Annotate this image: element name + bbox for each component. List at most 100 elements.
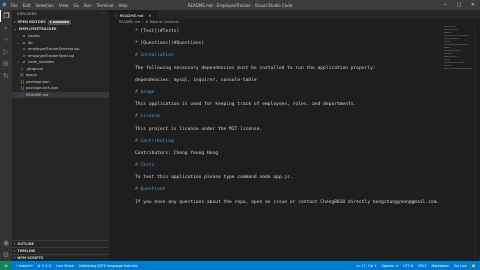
code-line[interactable]: # Contributing bbox=[109, 136, 480, 148]
code-line[interactable]: # Installation bbox=[109, 50, 480, 62]
tab-readme[interactable]: ⓘ README.md ✕ bbox=[109, 10, 157, 19]
line-number bbox=[109, 184, 135, 196]
minimap[interactable] bbox=[444, 26, 472, 146]
branch-status[interactable]: ⑂ master* bbox=[16, 264, 33, 268]
code-line-text: * [Test](#Tests) bbox=[135, 29, 180, 34]
project-section[interactable]: ⌄ EMPLOYEETRACKER bbox=[12, 26, 109, 33]
breadcrumb-symbol[interactable]: # Table of Contents bbox=[145, 19, 178, 26]
problems-status[interactable]: ⊗ 0 ⚠ 0 bbox=[38, 264, 51, 268]
line-number bbox=[109, 172, 135, 184]
explorer-icon[interactable]: ❐ bbox=[0, 10, 12, 22]
npm-scripts-section[interactable]: › NPM SCRIPTS bbox=[12, 254, 109, 261]
sidebar-title: EXPLORER ··· bbox=[12, 10, 109, 19]
language-mode[interactable]: Markdown bbox=[432, 264, 450, 268]
markdown-file-icon: ⓘ bbox=[114, 12, 118, 18]
code-line[interactable] bbox=[109, 221, 480, 233]
close-icon[interactable]: ✕ bbox=[466, 0, 480, 10]
menu-go[interactable]: Go bbox=[73, 3, 79, 8]
menu-help[interactable]: Help bbox=[119, 3, 128, 8]
menu-terminal[interactable]: Terminal bbox=[97, 3, 114, 8]
code-line[interactable]: # Usage bbox=[109, 87, 480, 99]
code-line[interactable]: * [Test](#Tests) bbox=[109, 26, 480, 38]
manage-gear-icon[interactable]: ⚙ bbox=[0, 249, 12, 261]
code-line[interactable]: * [Questions](#Questions) bbox=[109, 38, 480, 50]
code-line[interactable]: Contributors: Cheng Yeung Hong bbox=[109, 148, 480, 160]
code-line[interactable]: dependencies: mysql, inquirer, console-t… bbox=[109, 75, 480, 87]
menu-selection[interactable]: Selection bbox=[35, 3, 53, 8]
editor-area: ⓘ README.md ✕ README.md › # Table of Con… bbox=[109, 10, 480, 261]
breadcrumb-file[interactable]: README.md bbox=[119, 19, 140, 26]
line-number bbox=[109, 50, 135, 62]
line-number bbox=[109, 209, 135, 221]
tab-bar: ⓘ README.md ✕ bbox=[109, 10, 480, 19]
timeline-section[interactable]: › TIMELINE bbox=[12, 247, 109, 254]
chevron-right-icon: › bbox=[14, 20, 16, 24]
code-line[interactable]: If you have any questions about the repo… bbox=[109, 197, 480, 209]
code-line-text: This application is used for keeping tra… bbox=[135, 102, 357, 108]
encoding[interactable]: UTF-8 bbox=[403, 264, 413, 268]
chevron-down-icon: ⌄ bbox=[14, 27, 17, 31]
remote-icon[interactable]: ⇋ bbox=[0, 261, 12, 270]
indentation[interactable]: Spaces: 4 bbox=[382, 264, 398, 268]
bell-icon[interactable]: 🔔 bbox=[472, 264, 476, 268]
line-number bbox=[109, 124, 135, 136]
open-editors-section[interactable]: › OPEN EDITORS 1 UNSAVED bbox=[12, 19, 109, 26]
source-control-icon[interactable]: ⑂ bbox=[0, 34, 12, 46]
code-line[interactable]: This project is license under the MIT li… bbox=[109, 124, 480, 136]
line-number bbox=[109, 136, 135, 148]
code-line[interactable]: # Tests bbox=[109, 160, 480, 172]
cursor-position[interactable]: Ln 17, Col 1 bbox=[356, 264, 376, 268]
vertical-scrollbar[interactable] bbox=[474, 26, 480, 261]
menu-edit[interactable]: Edit bbox=[23, 3, 31, 8]
code-line[interactable]: The following necessary dependencies mus… bbox=[109, 63, 480, 75]
code-line-text: To test this application please type com… bbox=[135, 175, 293, 181]
code-line-text: Contributors: Cheng Yeung Hong bbox=[135, 150, 218, 156]
minimize-icon[interactable]: ─ bbox=[438, 0, 452, 10]
activity-bar: ❐ ⌕ ⑂ ▷ ⊞ ↻ ◉ ⚙ bbox=[0, 10, 12, 261]
go-live-button[interactable]: Go Live bbox=[454, 264, 467, 268]
line-number bbox=[109, 38, 135, 50]
code-line-text: # License bbox=[135, 114, 160, 120]
line-ending[interactable]: CRLF bbox=[418, 264, 427, 268]
code-line-text: # Usage bbox=[135, 89, 155, 95]
code-line-text: # Installation bbox=[135, 53, 174, 59]
code-line-text: * [Questions](#Questions) bbox=[135, 41, 205, 47]
live-share-status[interactable]: Live Share bbox=[56, 264, 74, 268]
code-line-text: If you have any questions about the repo… bbox=[135, 199, 440, 205]
code-line[interactable]: To test this application please type com… bbox=[109, 172, 480, 184]
extensions-icon[interactable]: ⊞ bbox=[0, 58, 12, 70]
code-line-text: # Questions bbox=[135, 187, 166, 193]
maximize-icon[interactable]: □ bbox=[452, 0, 466, 10]
menu-bar: File Edit Selection View Go Run Terminal… bbox=[11, 3, 128, 8]
code-line-text: This project is license under the MIT li… bbox=[135, 126, 263, 132]
vscode-logo-icon: ◆ bbox=[2, 1, 7, 8]
code-line[interactable] bbox=[109, 209, 480, 221]
code-line[interactable]: This application is used for keeping tra… bbox=[109, 99, 480, 111]
line-number bbox=[109, 111, 135, 123]
code-editor[interactable]: * [Test](#Tests) * [Questions](#Questions… bbox=[109, 26, 480, 261]
menu-view[interactable]: View bbox=[59, 3, 69, 8]
run-debug-icon[interactable]: ▷ bbox=[0, 46, 12, 58]
line-number bbox=[109, 148, 135, 160]
line-number bbox=[109, 63, 135, 75]
sidebar-bottom-sections: › OUTLINE › TIMELINE › NPM SCRIPTS bbox=[12, 240, 109, 261]
code-line-text: dependencies: mysql, inquirer, console-t… bbox=[135, 77, 257, 83]
live-share-icon[interactable]: ↻ bbox=[0, 70, 12, 82]
line-number bbox=[109, 75, 135, 87]
title-bar: ◆ File Edit Selection View Go Run Termin… bbox=[0, 0, 480, 10]
breadcrumb: README.md › # Table of Contents bbox=[109, 19, 480, 26]
line-number bbox=[109, 197, 135, 209]
code-line-text: # Tests bbox=[135, 163, 155, 169]
search-icon[interactable]: ⌕ bbox=[0, 22, 12, 34]
language-status: Initializing JS/TS language features bbox=[79, 263, 138, 268]
line-number bbox=[109, 99, 135, 111]
code-line[interactable]: # License bbox=[109, 111, 480, 123]
line-number bbox=[109, 160, 135, 172]
menu-run[interactable]: Run bbox=[84, 3, 92, 8]
more-actions-icon[interactable]: ··· bbox=[101, 10, 105, 19]
outline-section[interactable]: › OUTLINE bbox=[12, 240, 109, 247]
accounts-icon[interactable]: ◉ bbox=[0, 237, 12, 249]
code-line[interactable]: # Questions bbox=[109, 184, 480, 196]
tree-item-readme[interactable]: ⓘ README.md bbox=[12, 91, 109, 98]
menu-file[interactable]: File bbox=[11, 3, 18, 8]
